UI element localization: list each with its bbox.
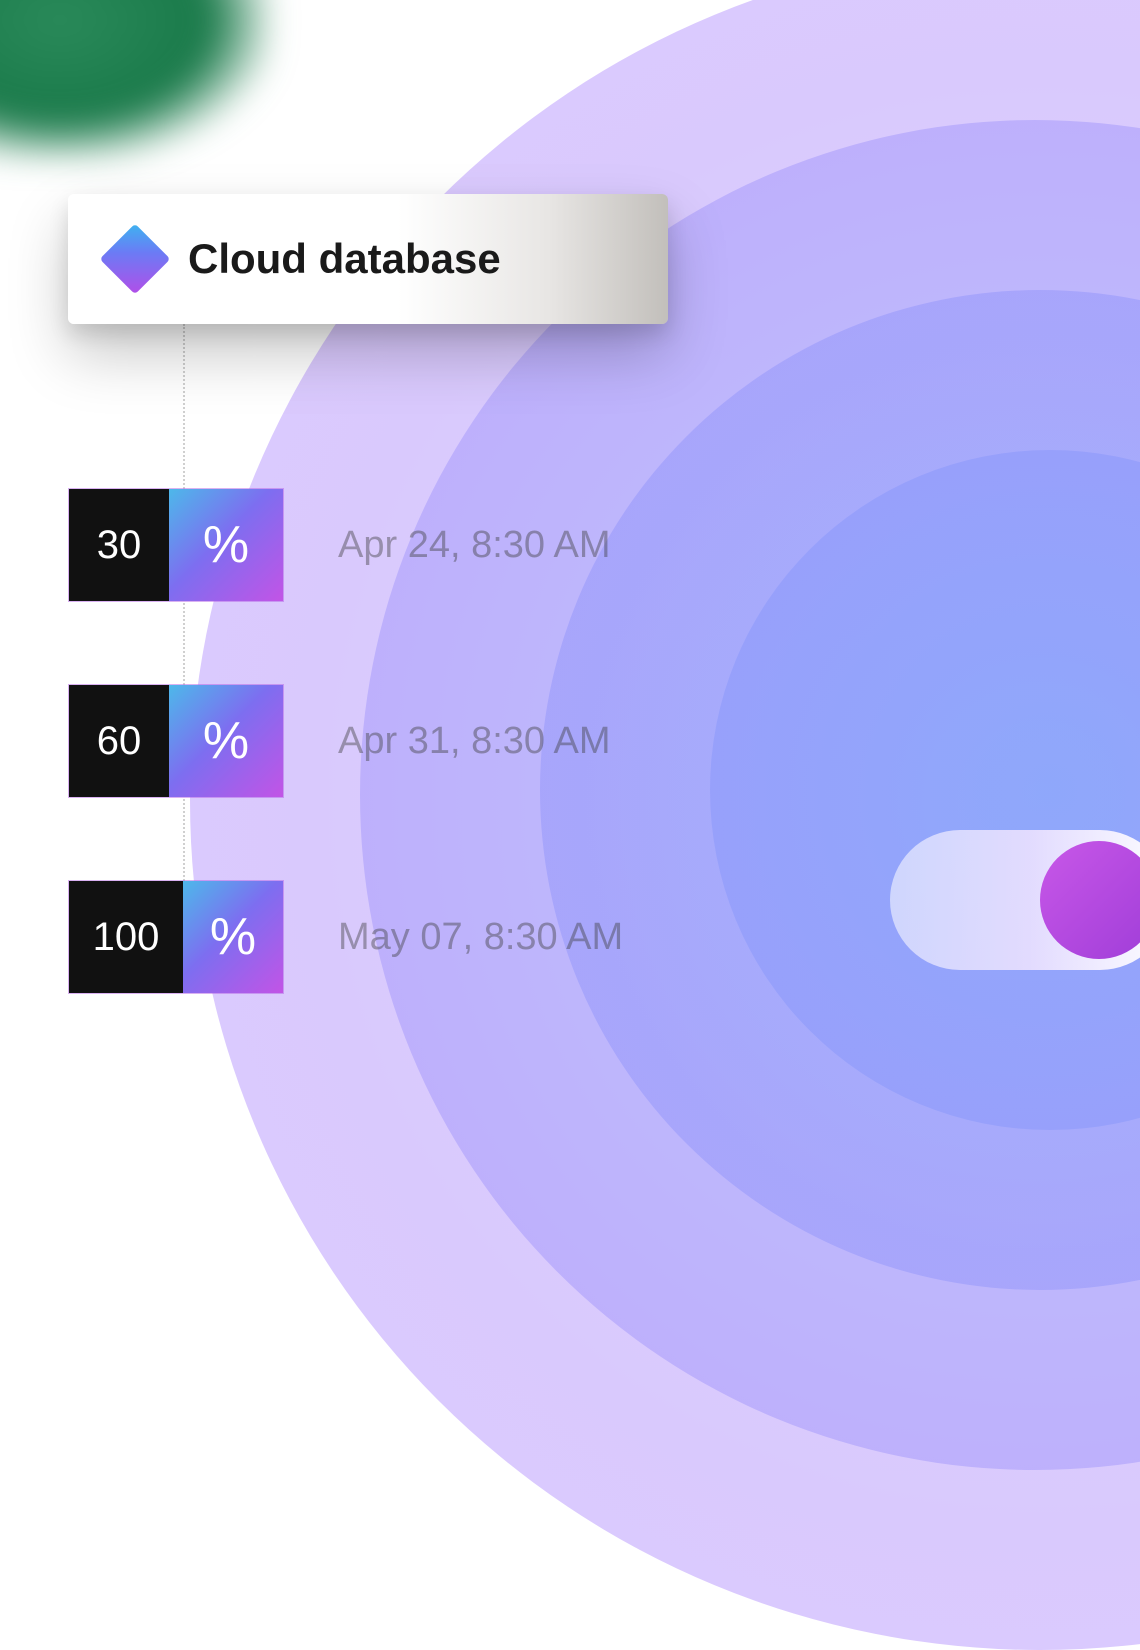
- progress-badge[interactable]: 30 %: [68, 488, 284, 602]
- timestamp: Apr 24, 8:30 AM: [338, 524, 611, 567]
- toggle-switch[interactable]: [890, 830, 1140, 970]
- progress-badge[interactable]: 100 %: [68, 880, 284, 994]
- timestamp: Apr 31, 8:30 AM: [338, 720, 611, 763]
- progress-row: 30 % Apr 24, 8:30 AM: [68, 488, 623, 602]
- progress-value: 30: [69, 489, 169, 601]
- timestamp: May 07, 8:30 AM: [338, 916, 623, 959]
- database-title: Cloud database: [188, 235, 501, 283]
- toggle-knob: [1040, 841, 1140, 959]
- progress-value: 100: [69, 881, 183, 993]
- database-card[interactable]: Cloud database: [68, 194, 668, 324]
- percent-icon: %: [169, 489, 283, 601]
- progress-badge[interactable]: 60 %: [68, 684, 284, 798]
- progress-value: 60: [69, 685, 169, 797]
- progress-list: 30 % Apr 24, 8:30 AM 60 % Apr 31, 8:30 A…: [68, 488, 623, 994]
- percent-icon: %: [169, 685, 283, 797]
- diamond-icon: [100, 224, 171, 295]
- progress-row: 60 % Apr 31, 8:30 AM: [68, 684, 623, 798]
- progress-row: 100 % May 07, 8:30 AM: [68, 880, 623, 994]
- percent-icon: %: [183, 881, 283, 993]
- green-blob-decoration: [0, 0, 270, 160]
